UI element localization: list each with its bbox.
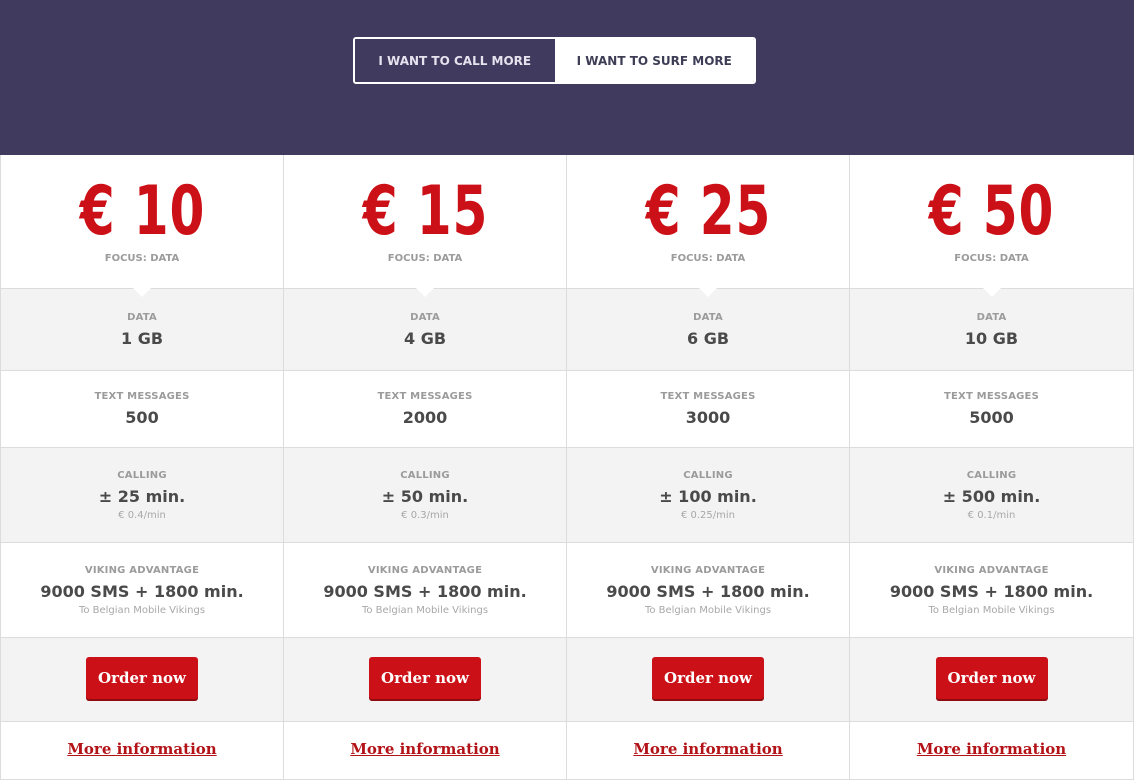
order-cell: Order now xyxy=(567,638,849,722)
viking-advantage-note: To Belgian Mobile Vikings xyxy=(361,604,489,616)
data-cell: DATA 10 GB xyxy=(850,288,1133,371)
plan-column: € 50 FOCUS: DATA DATA 10 GB TEXT MESSAGE… xyxy=(850,155,1134,780)
plan-focus-toggle: I WANT TO CALL MORE I WANT TO SURF MORE xyxy=(353,37,756,84)
viking-advantage-cell: VIKING ADVANTAGE 9000 SMS + 1800 min. To… xyxy=(284,543,566,638)
viking-advantage-cell: VIKING ADVANTAGE 9000 SMS + 1800 min. To… xyxy=(567,543,849,638)
text-messages-label: TEXT MESSAGES xyxy=(94,391,190,402)
calling-label: CALLING xyxy=(683,469,733,481)
calling-rate: € 0.1/min xyxy=(967,509,1016,521)
viking-advantage-value: 9000 SMS + 1800 min. xyxy=(40,581,244,601)
calling-cell: CALLING ± 25 min. € 0.4/min xyxy=(1,448,283,543)
price-cell: € 25 FOCUS: DATA xyxy=(567,155,849,289)
text-messages-label: TEXT MESSAGES xyxy=(660,391,756,402)
calling-value: ± 500 min. xyxy=(942,486,1041,506)
call-more-toggle-button[interactable]: I WANT TO CALL MORE xyxy=(355,39,555,82)
calling-label: CALLING xyxy=(400,469,450,481)
focus-label: FOCUS: DATA xyxy=(954,253,1029,264)
plan-price: € 25 xyxy=(645,172,771,251)
calling-cell: CALLING ± 500 min. € 0.1/min xyxy=(850,448,1133,543)
data-label: DATA xyxy=(410,311,440,323)
text-messages-cell: TEXT MESSAGES 3000 xyxy=(567,371,849,448)
text-messages-cell: TEXT MESSAGES 500 xyxy=(1,371,283,448)
data-value: 4 GB xyxy=(403,328,447,348)
focus-label: FOCUS: DATA xyxy=(670,253,746,264)
surf-more-toggle-button[interactable]: I WANT TO SURF MORE xyxy=(554,39,754,82)
plan-price: € 15 xyxy=(362,172,488,251)
data-label: DATA xyxy=(693,311,723,323)
order-cell: Order now xyxy=(284,638,566,722)
calling-rate: € 0.4/min xyxy=(118,509,166,521)
viking-advantage-label: VIKING ADVANTAGE xyxy=(367,564,483,576)
more-info-cell: More information xyxy=(1,722,283,780)
order-cell: Order now xyxy=(1,638,283,722)
order-cell: Order now xyxy=(850,638,1133,722)
viking-advantage-note: To Belgian Mobile Vikings xyxy=(928,604,1055,616)
plan-price: € 50 xyxy=(928,172,1055,251)
viking-advantage-value: 9000 SMS + 1800 min. xyxy=(323,581,527,601)
calling-rate: € 0.3/min xyxy=(401,509,449,521)
text-messages-cell: TEXT MESSAGES 2000 xyxy=(284,371,566,448)
data-cell: DATA 1 GB xyxy=(1,288,283,371)
viking-advantage-label: VIKING ADVANTAGE xyxy=(934,564,1049,576)
more-info-cell: More information xyxy=(284,722,566,780)
calling-label: CALLING xyxy=(117,469,167,481)
plan-column: € 25 FOCUS: DATA DATA 6 GB TEXT MESSAGES… xyxy=(567,155,850,780)
text-messages-value: 5000 xyxy=(969,408,1014,427)
order-now-button[interactable]: Order now xyxy=(86,656,198,699)
viking-advantage-cell: VIKING ADVANTAGE 9000 SMS + 1800 min. To… xyxy=(850,543,1133,638)
viking-advantage-note: To Belgian Mobile Vikings xyxy=(78,604,206,616)
order-now-button[interactable]: Order now xyxy=(935,656,1048,699)
text-messages-label: TEXT MESSAGES xyxy=(944,391,1039,402)
focus-label: FOCUS: DATA xyxy=(387,253,463,264)
calling-rate: € 0.25/min xyxy=(680,509,736,521)
more-information-link[interactable]: More information xyxy=(350,740,499,758)
calling-cell: CALLING ± 50 min. € 0.3/min xyxy=(284,448,566,543)
viking-advantage-label: VIKING ADVANTAGE xyxy=(650,564,766,576)
data-value: 10 GB xyxy=(964,328,1019,348)
data-cell: DATA 4 GB xyxy=(284,288,566,371)
price-cell: € 50 FOCUS: DATA xyxy=(850,155,1133,289)
viking-advantage-value: 9000 SMS + 1800 min. xyxy=(889,581,1094,601)
order-now-button[interactable]: Order now xyxy=(369,656,481,699)
price-cell: € 15 FOCUS: DATA xyxy=(284,155,566,289)
viking-advantage-note: To Belgian Mobile Vikings xyxy=(644,604,772,616)
data-label: DATA xyxy=(127,311,157,323)
data-value: 6 GB xyxy=(686,328,730,348)
text-messages-cell: TEXT MESSAGES 5000 xyxy=(850,371,1133,448)
order-now-button[interactable]: Order now xyxy=(652,656,764,699)
header-band: I WANT TO CALL MORE I WANT TO SURF MORE xyxy=(0,0,1134,155)
viking-advantage-cell: VIKING ADVANTAGE 9000 SMS + 1800 min. To… xyxy=(1,543,283,638)
calling-label: CALLING xyxy=(966,469,1017,481)
calling-value: ± 25 min. xyxy=(98,486,186,506)
text-messages-value: 3000 xyxy=(685,408,731,427)
plan-price: € 10 xyxy=(79,172,205,251)
text-messages-value: 500 xyxy=(125,408,159,427)
text-messages-label: TEXT MESSAGES xyxy=(377,391,473,402)
plan-column: € 10 FOCUS: DATA DATA 1 GB TEXT MESSAGES… xyxy=(1,155,284,780)
viking-advantage-value: 9000 SMS + 1800 min. xyxy=(606,581,810,601)
calling-cell: CALLING ± 100 min. € 0.25/min xyxy=(567,448,849,543)
calling-value: ± 50 min. xyxy=(381,486,469,506)
text-messages-value: 2000 xyxy=(402,408,448,427)
viking-advantage-label: VIKING ADVANTAGE xyxy=(84,564,200,576)
data-label: DATA xyxy=(976,311,1007,323)
data-value: 1 GB xyxy=(120,328,164,348)
calling-value: ± 100 min. xyxy=(659,486,757,506)
more-info-cell: More information xyxy=(850,722,1133,780)
pricing-table: € 10 FOCUS: DATA DATA 1 GB TEXT MESSAGES… xyxy=(0,155,1134,780)
plan-column: € 15 FOCUS: DATA DATA 4 GB TEXT MESSAGES… xyxy=(284,155,567,780)
data-cell: DATA 6 GB xyxy=(567,288,849,371)
more-information-link[interactable]: More information xyxy=(917,740,1066,758)
more-info-cell: More information xyxy=(567,722,849,780)
price-cell: € 10 FOCUS: DATA xyxy=(1,155,283,289)
more-information-link[interactable]: More information xyxy=(67,740,216,758)
more-information-link[interactable]: More information xyxy=(633,740,782,758)
focus-label: FOCUS: DATA xyxy=(104,253,180,264)
